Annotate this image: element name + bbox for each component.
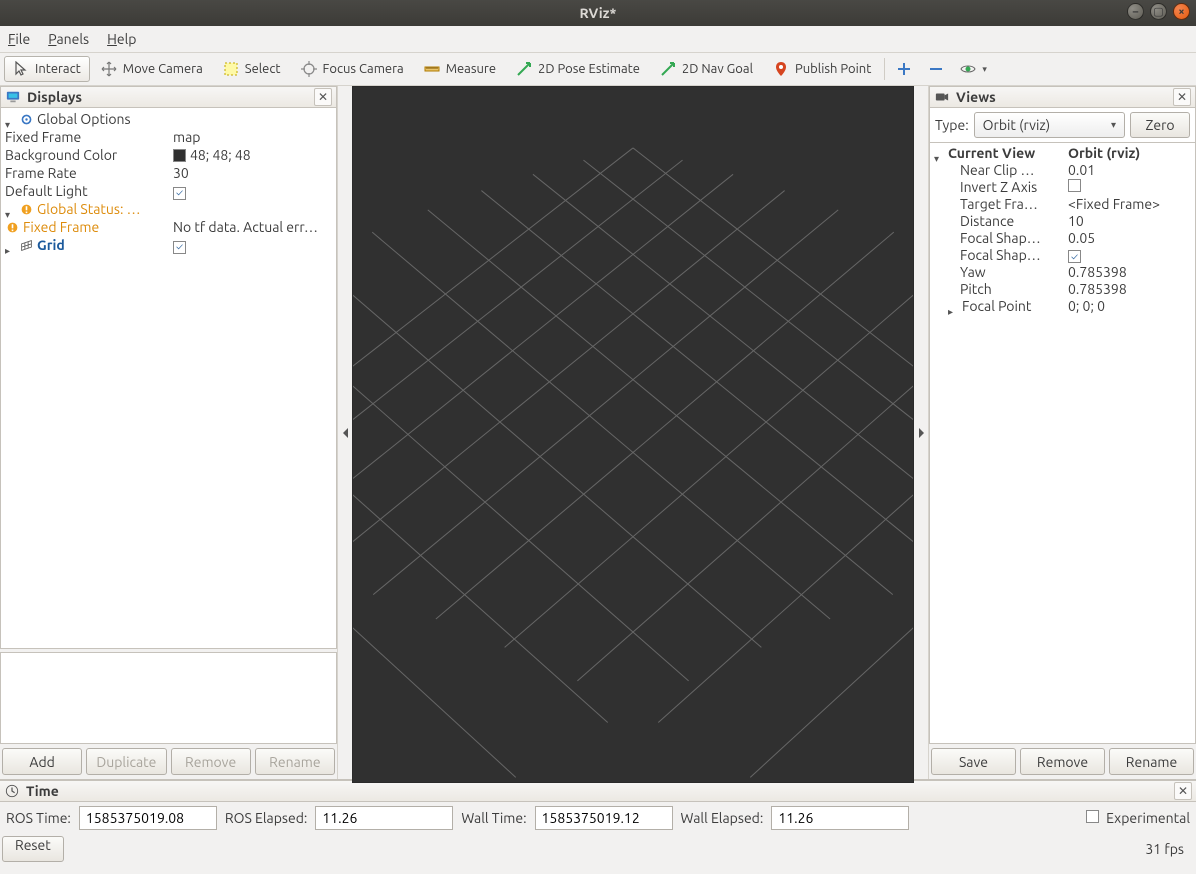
tool-plus[interactable] <box>889 58 919 80</box>
ros-elapsed-field[interactable] <box>315 806 453 830</box>
tool-move-camera[interactable]: Move Camera <box>92 56 212 82</box>
duplicate-button[interactable]: Duplicate <box>86 748 166 775</box>
cursor-icon <box>13 61 29 77</box>
splitter-left[interactable] <box>338 86 352 779</box>
time-panel: Time ✕ ROS Time: ROS Elapsed: Wall Time:… <box>0 779 1196 866</box>
displays-header[interactable]: Displays ✕ <box>0 86 337 108</box>
arrow-green-icon <box>516 61 532 77</box>
checkbox[interactable] <box>173 187 186 200</box>
color-swatch <box>173 149 186 162</box>
remove-button[interactable]: Remove <box>171 748 251 775</box>
ruler-icon <box>424 61 440 77</box>
wall-elapsed-field[interactable] <box>771 806 909 830</box>
tool-eye-dropdown[interactable]: ▾ <box>953 58 994 80</box>
ros-time-field[interactable] <box>79 806 217 830</box>
pin-icon <box>773 61 789 77</box>
tool-2d-pose-estimate[interactable]: 2D Pose Estimate <box>507 56 649 82</box>
menubar: File Panels Help <box>0 26 1196 52</box>
remove-view-button[interactable]: Remove <box>1020 748 1105 775</box>
save-view-button[interactable]: Save <box>931 748 1016 775</box>
ros-elapsed-label: ROS Elapsed: <box>225 810 308 826</box>
type-combo[interactable]: Orbit (rviz) <box>974 112 1125 138</box>
eye-icon <box>960 61 976 77</box>
arrow-green-icon <box>660 61 676 77</box>
monitor-icon <box>5 89 21 105</box>
reset-button[interactable]: Reset <box>2 836 64 862</box>
views-close-button[interactable]: ✕ <box>1173 88 1191 106</box>
rename-button[interactable]: Rename <box>255 748 335 775</box>
window-close-button[interactable]: × <box>1173 3 1190 20</box>
tool-2d-nav-goal[interactable]: 2D Nav Goal <box>651 56 762 82</box>
experimental-label: Experimental <box>1106 810 1190 826</box>
tool-select[interactable]: Select <box>214 56 290 82</box>
ros-time-label: ROS Time: <box>6 810 71 826</box>
toolbar-separator <box>884 58 885 80</box>
displays-close-button[interactable]: ✕ <box>314 88 332 106</box>
displays-description <box>0 652 337 744</box>
3d-viewport[interactable] <box>352 86 914 783</box>
select-icon <box>223 61 239 77</box>
wall-time-field[interactable] <box>535 806 673 830</box>
window-title: RViz* <box>580 5 617 21</box>
fps-label: 31 fps <box>1145 841 1184 857</box>
tool-minus[interactable] <box>921 58 951 80</box>
views-header[interactable]: Views ✕ <box>929 86 1196 108</box>
splitter-right[interactable] <box>914 86 928 779</box>
views-panel: Views ✕ Type: Orbit (rviz) Zero Current … <box>928 86 1196 779</box>
toolbar: Interact Move Camera Select Focus Camera… <box>0 52 1196 86</box>
crosshair-icon <box>301 61 317 77</box>
wall-elapsed-label: Wall Elapsed: <box>681 810 764 826</box>
warning-icon <box>5 220 19 234</box>
grid-icon <box>19 238 33 252</box>
window-minimize-button[interactable]: – <box>1127 3 1144 20</box>
tool-focus-camera[interactable]: Focus Camera <box>292 56 413 82</box>
zero-button[interactable]: Zero <box>1130 112 1190 138</box>
window-titlebar: RViz* – ▢ × <box>0 0 1196 26</box>
clock-icon <box>4 783 20 799</box>
menu-panels[interactable]: Panels <box>48 31 89 47</box>
tool-publish-point[interactable]: Publish Point <box>764 56 880 82</box>
checkbox[interactable] <box>173 241 186 254</box>
rename-view-button[interactable]: Rename <box>1109 748 1194 775</box>
wall-time-label: Wall Time: <box>461 810 526 826</box>
tool-interact[interactable]: Interact <box>4 56 90 82</box>
views-tree[interactable]: Current ViewOrbit (rviz) Near Clip …0.01… <box>930 142 1195 743</box>
minus-icon <box>928 61 944 77</box>
plus-icon <box>896 61 912 77</box>
displays-tree[interactable]: Global Options Fixed Framemap Background… <box>0 108 337 649</box>
camera-icon <box>934 89 950 105</box>
experimental-checkbox[interactable] <box>1086 810 1099 823</box>
type-label: Type: <box>935 117 969 133</box>
gear-icon <box>19 112 33 126</box>
chevron-down-icon: ▾ <box>982 64 987 75</box>
checkbox[interactable] <box>1068 179 1081 192</box>
tool-measure[interactable]: Measure <box>415 56 505 82</box>
add-button[interactable]: Add <box>2 748 82 775</box>
warning-icon <box>19 202 33 216</box>
menu-file[interactable]: File <box>8 31 30 47</box>
displays-panel: Displays ✕ Global Options Fixed Framemap… <box>0 86 338 779</box>
time-close-button[interactable]: ✕ <box>1174 782 1192 800</box>
menu-help[interactable]: Help <box>107 31 136 47</box>
checkbox[interactable] <box>1068 250 1081 263</box>
move-icon <box>101 61 117 77</box>
window-maximize-button[interactable]: ▢ <box>1150 3 1167 20</box>
